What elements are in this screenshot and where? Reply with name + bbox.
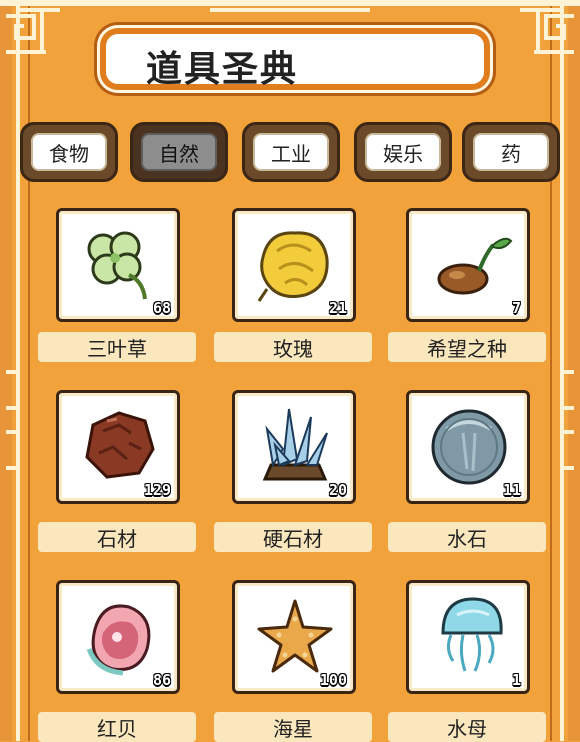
tab-entertainment-label: 娱乐	[365, 133, 441, 171]
water-stone-icon	[431, 409, 507, 485]
stone-icon	[85, 411, 155, 479]
tab-nature-label: 自然	[141, 133, 217, 171]
side-ornament-left	[6, 370, 20, 470]
tab-entertainment[interactable]: 娱乐	[354, 122, 452, 182]
item-slot-jellyfish[interactable]: 1	[406, 580, 530, 694]
item-count: 68	[152, 299, 171, 317]
item-count: 11	[502, 481, 521, 499]
starfish-icon	[257, 599, 333, 673]
title-banner: 道具圣典	[100, 28, 490, 90]
top-ornament	[0, 0, 580, 12]
item-name-starfish: 海星	[214, 712, 372, 742]
category-tabs: 食物 自然 工业 娱乐 药	[20, 122, 560, 184]
side-ornament-right	[560, 370, 574, 470]
tab-medicine-label: 药	[473, 133, 549, 171]
item-count: 21	[328, 299, 347, 317]
item-slot-water-stone[interactable]: 11	[406, 390, 530, 504]
seed-icon	[437, 237, 513, 295]
clover-icon	[87, 231, 147, 300]
item-name-clover: 三叶草	[38, 332, 196, 362]
item-count: 86	[152, 671, 171, 689]
tab-nature[interactable]: 自然	[130, 122, 228, 182]
item-name-hope-seed: 希望之种	[388, 332, 546, 362]
item-count: 100	[319, 671, 347, 689]
item-name-jellyfish: 水母	[388, 712, 546, 742]
item-slot-clover[interactable]: 68	[56, 208, 180, 322]
item-count: 1	[511, 671, 521, 689]
item-name-stone: 石材	[38, 522, 196, 552]
tab-food-label: 食物	[31, 133, 107, 171]
item-name-hard-stone: 硬石材	[214, 522, 372, 552]
tab-food[interactable]: 食物	[20, 122, 118, 182]
item-slot-rose[interactable]: 21	[232, 208, 356, 322]
item-count: 7	[511, 299, 521, 317]
crystal-stone-icon	[262, 408, 328, 481]
tab-industry[interactable]: 工业	[242, 122, 340, 182]
item-name-red-shell: 红贝	[38, 712, 196, 742]
item-slot-hard-stone[interactable]: 20	[232, 390, 356, 504]
corner-ornament-top-right	[534, 10, 574, 54]
jellyfish-icon	[441, 597, 503, 672]
item-slot-starfish[interactable]: 100	[232, 580, 356, 694]
corner-ornament-top-left	[6, 10, 46, 54]
item-count: 129	[143, 481, 171, 499]
tab-industry-label: 工业	[253, 133, 329, 171]
tab-medicine[interactable]: 药	[462, 122, 560, 182]
item-slot-red-shell[interactable]: 86	[56, 580, 180, 694]
item-name-rose: 玫瑰	[214, 332, 372, 362]
item-count: 20	[328, 481, 347, 499]
rose-icon	[257, 231, 329, 302]
item-name-water-stone: 水石	[388, 522, 546, 552]
shell-icon	[86, 604, 151, 676]
item-slot-stone[interactable]: 129	[56, 390, 180, 504]
page-title: 道具圣典	[146, 49, 299, 90]
item-slot-hope-seed[interactable]: 7	[406, 208, 530, 322]
